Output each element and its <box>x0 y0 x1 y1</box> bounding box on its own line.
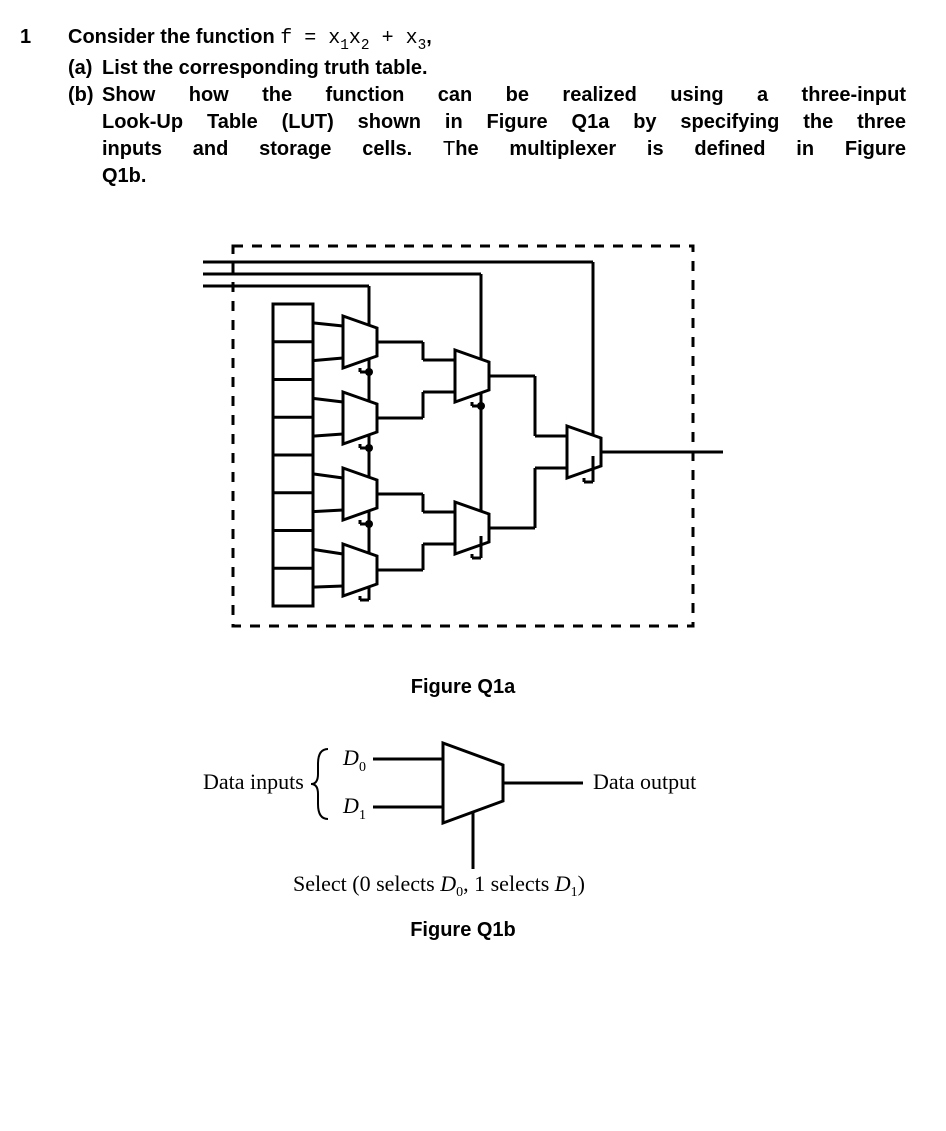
storage-cells <box>273 304 313 606</box>
part-a: (a) List the corresponding truth table. <box>68 55 906 82</box>
intro-sub1: 1 <box>340 38 349 54</box>
intro-x1: x <box>328 27 340 50</box>
data-inputs-text: Data inputs <box>203 769 304 794</box>
figure-q1a-caption: Figure Q1a <box>411 676 515 699</box>
lut-diagram <box>203 226 723 646</box>
intro-eq: = <box>292 27 328 50</box>
part-a-text: List the corresponding truth table. <box>102 55 906 82</box>
part-b-text: Show how the function can be realized us… <box>102 82 906 190</box>
svg-text:1: 1 <box>359 808 366 823</box>
intro-x2: x <box>349 27 361 50</box>
intro-sub2: 2 <box>361 38 370 54</box>
intro-sub3: 3 <box>418 38 427 54</box>
stage3-mux <box>489 376 601 528</box>
svg-text:D: D <box>342 793 359 818</box>
intro-prefix: Consider the function <box>68 26 280 48</box>
intro-f: f <box>280 27 292 50</box>
page: 1 Consider the function f = x1x2 + x3, (… <box>0 0 946 1002</box>
figure-q1a-area: Figure Q1a <box>20 226 906 719</box>
part-b-l2: Look-Up Table (LUT) shown in Figure Q1a … <box>102 109 906 136</box>
question-row: 1 Consider the function f = x1x2 + x3, (… <box>20 24 906 190</box>
stage1-mux4 <box>313 544 377 596</box>
part-b-l1: Show how the function can be realized us… <box>102 82 906 109</box>
part-b-label: (b) <box>68 82 102 190</box>
question-body: Consider the function f = x1x2 + x3, (a)… <box>68 24 906 190</box>
part-b-l3-a: inputs and storage cells. <box>102 138 443 160</box>
intro-comma: , <box>426 26 432 48</box>
stage1-mux3 <box>313 468 377 520</box>
figure-q1b-caption: Figure Q1b <box>410 919 516 942</box>
part-b-l3: inputs and storage cells. The multiplexe… <box>102 136 906 163</box>
question-number: 1 <box>20 24 68 49</box>
question-intro: Consider the function f = x1x2 + x3, <box>68 24 906 55</box>
select-text: Select (0 selects D0, 1 selects D1) <box>293 871 585 899</box>
intro-plus: + <box>370 27 406 50</box>
figure-q1b-area: Data inputs D 0 D 1 Data output Select (… <box>20 729 906 962</box>
svg-text:D: D <box>342 745 359 770</box>
mux-definition-diagram: Data inputs D 0 D 1 Data output Select (… <box>183 729 743 899</box>
stage1-mux2 <box>313 392 377 444</box>
svg-text:0: 0 <box>359 760 366 775</box>
part-b-l4: Q1b. <box>102 163 906 190</box>
part-b-l3-b: he multiplexer is defined in Figure <box>455 138 906 160</box>
part-a-label: (a) <box>68 55 102 82</box>
data-output-text: Data output <box>593 769 696 794</box>
part-b: (b) Show how the function can be realize… <box>68 82 906 190</box>
intro-x3: x <box>406 27 418 50</box>
stage1-mux1 <box>313 286 377 368</box>
